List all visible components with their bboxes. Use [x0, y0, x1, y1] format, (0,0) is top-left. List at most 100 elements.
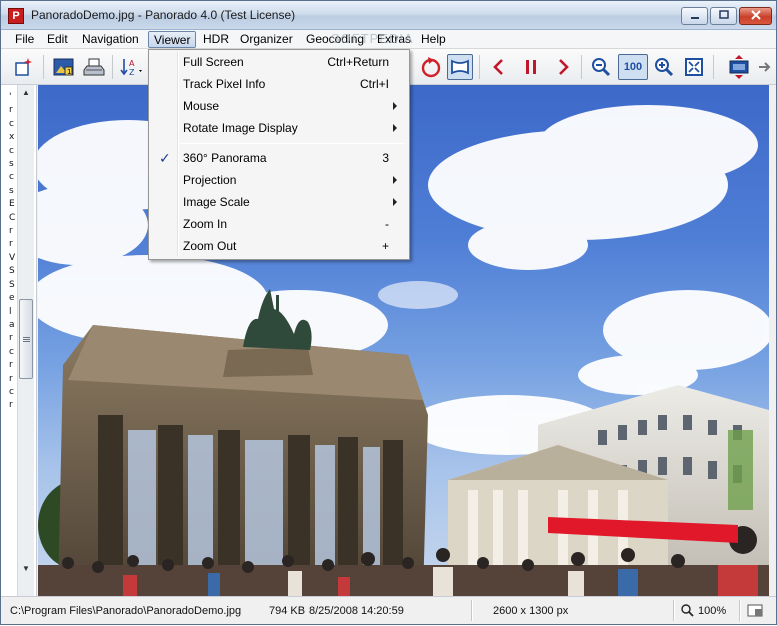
scroll-down-arrow[interactable]: ▼	[18, 561, 34, 577]
chevron-right-icon	[559, 59, 569, 75]
submenu-arrow-icon	[393, 102, 397, 110]
rotate-icon	[421, 57, 441, 78]
chevron-left-icon	[493, 59, 503, 75]
print-button[interactable]	[81, 54, 107, 80]
thumbnail-glyph: e	[9, 293, 15, 304]
menu-organizer[interactable]: Organizer	[235, 31, 298, 48]
menu-item-track-pixel-info[interactable]: Track Pixel Info Ctrl+I	[151, 73, 407, 95]
menu-item-label: Zoom Out	[183, 239, 237, 253]
zoom-in-icon	[655, 58, 674, 77]
scroll-thumb[interactable]	[19, 299, 33, 379]
thumbnail-glyph: s	[9, 185, 14, 196]
pause-button[interactable]	[518, 54, 544, 80]
zoom-in-button[interactable]	[651, 54, 677, 80]
menu-hdr[interactable]: HDR	[198, 31, 234, 48]
sort-button[interactable]: AZ	[119, 54, 145, 80]
menu-item-full-screen[interactable]: Full Screen Ctrl+Return	[151, 51, 407, 73]
minimize-button[interactable]	[681, 7, 708, 25]
zoom-100-button[interactable]: 100	[618, 54, 648, 80]
thumbnail-glyph: r	[9, 360, 13, 371]
menu-item-label: 360° Panorama	[183, 151, 267, 165]
menu-item-360-panorama[interactable]: ✓ 360° Panorama 3	[151, 147, 407, 169]
menu-item-zoom-out[interactable]: Zoom Out +	[151, 235, 407, 257]
menu-item-zoom-in[interactable]: Zoom In -	[151, 213, 407, 235]
new-window-icon	[15, 58, 32, 76]
svg-text:Z: Z	[129, 68, 135, 77]
thumbnail-glyph: '	[9, 92, 12, 102]
image-file-icon: 1	[53, 58, 74, 76]
title-bar[interactable]: P PanoradoDemo.jpg - Panorado 4.0 (Test …	[1, 1, 776, 30]
submenu-arrow-icon	[393, 198, 397, 206]
checkmark-icon: ✓	[159, 150, 171, 166]
maximize-icon	[718, 10, 729, 19]
menu-item-label: Projection	[183, 173, 237, 187]
open-image-button[interactable]: 1	[51, 54, 77, 80]
menu-item-shortcut: Ctrl+Return	[327, 55, 389, 69]
thumbnail-glyph: x	[9, 132, 15, 143]
zoom-out-button[interactable]	[588, 54, 614, 80]
status-file-date: 8/25/2008 14:20:59	[309, 605, 404, 617]
svg-text:1: 1	[67, 68, 71, 76]
more-tools-button[interactable]	[755, 54, 775, 80]
status-file-size: 794 KB	[269, 605, 306, 617]
menu-help[interactable]: Help	[416, 31, 451, 48]
menu-item-shortcut: +	[381, 239, 389, 253]
thumbnail-glyph: r	[9, 226, 13, 237]
fit-to-window-icon	[685, 58, 703, 76]
minimize-icon	[690, 17, 699, 19]
status-file-path: C:\Program Files\Panorado\PanoradoDemo.j…	[10, 605, 242, 617]
resize-grip-icon[interactable]	[746, 601, 766, 621]
vertical-scrollbar[interactable]: ▲ ▼	[17, 85, 34, 596]
app-window: P PanoradoDemo.jpg - Panorado 4.0 (Test …	[0, 0, 777, 625]
sort-az-icon: AZ	[120, 59, 142, 77]
previous-button[interactable]	[486, 54, 512, 80]
menu-navigation[interactable]: Navigation	[77, 31, 144, 48]
next-button[interactable]	[550, 54, 576, 80]
menu-item-projection[interactable]: Projection	[151, 169, 407, 191]
close-icon	[750, 10, 761, 20]
panorama-360-button[interactable]	[447, 54, 473, 80]
thumbnail-glyph: E	[9, 199, 15, 210]
menu-item-shortcut: 3	[382, 151, 389, 165]
thumbnail-glyph: r	[9, 239, 13, 250]
panorama-icon	[451, 59, 469, 75]
arrow-right-icon	[759, 62, 771, 72]
fit-window-button[interactable]	[681, 54, 707, 80]
thumbnail-glyph: C	[9, 212, 16, 223]
new-window-button[interactable]	[11, 54, 37, 80]
close-button[interactable]	[739, 7, 772, 25]
thumbnail-glyph: S	[9, 266, 15, 277]
menu-file[interactable]: File	[10, 31, 39, 48]
slideshow-button[interactable]	[726, 54, 752, 80]
status-bar: C:\Program Files\Panorado\PanoradoDemo.j…	[1, 596, 776, 624]
rotate-button[interactable]	[418, 54, 444, 80]
submenu-arrow-icon	[393, 124, 397, 132]
viewer-menu-dropdown: Full Screen Ctrl+Return Track Pixel Info…	[148, 49, 410, 260]
thumbnail-glyph: r	[9, 105, 13, 116]
menu-item-rotate-image-display[interactable]: Rotate Image Display	[151, 117, 407, 139]
thumbnail-glyph: a	[9, 319, 15, 330]
menu-viewer[interactable]: Viewer	[148, 31, 197, 48]
thumbnail-glyph: S	[9, 279, 15, 290]
menu-item-image-scale[interactable]: Image Scale	[151, 191, 407, 213]
app-logo-icon[interactable]: P	[8, 8, 24, 24]
thumbnail-glyph: r	[9, 400, 13, 411]
menu-item-mouse[interactable]: Mouse	[151, 95, 407, 117]
left-panel: ' r c x c s c s E Cr r V S Se l a r c r r c r ▲ ▼	[1, 85, 37, 596]
thumbnail-glyph: c	[9, 145, 14, 156]
thumbnail-glyph: l	[9, 306, 12, 317]
softpedia-watermark: SOFTPEDIA	[331, 31, 414, 46]
menu-item-shortcut: -	[385, 217, 389, 231]
zoom-100-label: 100	[623, 61, 643, 73]
menu-item-label: Zoom In	[183, 217, 228, 231]
printer-icon	[83, 58, 105, 76]
thumbnail-glyph: c	[9, 386, 14, 397]
menu-edit[interactable]: Edit	[42, 31, 73, 48]
thumbnail-glyph: c	[9, 172, 14, 183]
maximize-button[interactable]	[710, 7, 737, 25]
zoom-out-icon	[592, 58, 611, 77]
window-title: PanoradoDemo.jpg - Panorado 4.0 (Test Li…	[31, 8, 296, 22]
film-frame-icon	[729, 55, 749, 79]
right-edge	[769, 85, 776, 596]
scroll-up-arrow[interactable]: ▲	[18, 85, 34, 101]
